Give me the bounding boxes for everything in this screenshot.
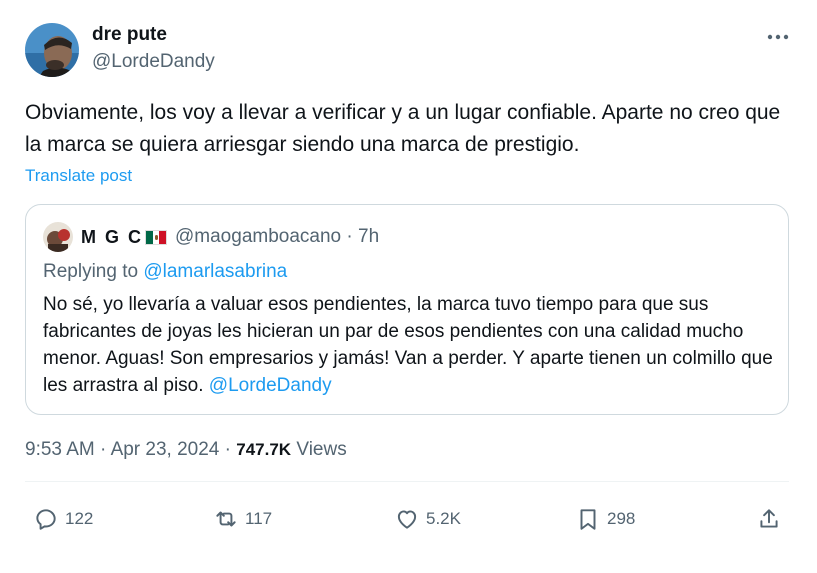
tweet-card: dre pute @LordeDandy Obviamente, los voy… — [0, 0, 817, 573]
replying-to: Replying to @lamarlasabrina — [43, 261, 287, 283]
tweet-time[interactable]: 9:53 AM — [25, 439, 95, 460]
author-handle[interactable]: @LordeDandy — [92, 51, 215, 73]
bookmark-count: 298 — [607, 509, 636, 528]
reply-count: 122 — [65, 509, 94, 528]
quoted-tweet-text: No sé, yo llevaría a valuar esos pendien… — [43, 291, 778, 399]
replying-to-label: Replying to — [43, 261, 144, 282]
meta-separator: · — [94, 439, 111, 460]
share-button[interactable] — [756, 505, 788, 533]
translate-post-link[interactable]: Translate post — [25, 166, 132, 186]
meta-separator: · — [219, 439, 237, 460]
author-avatar[interactable] — [25, 23, 79, 77]
quoted-author-avatar[interactable] — [43, 222, 73, 252]
like-button[interactable]: 5.2K — [394, 505, 461, 533]
author-name[interactable]: dre pute — [92, 24, 167, 46]
more-dots-icon — [767, 34, 789, 40]
repost-count: 117 — [245, 509, 273, 528]
tweet-date[interactable]: Apr 23, 2024 — [111, 439, 220, 460]
quoted-avatar-icon — [43, 222, 73, 252]
mexico-flag-icon — [145, 230, 167, 245]
replying-to-handle[interactable]: @lamarlasabrina — [143, 261, 287, 282]
bookmark-icon — [580, 509, 596, 530]
quoted-text-body: No sé, yo llevaría a valuar esos pendien… — [43, 294, 773, 396]
tweet-meta: 9:53 AM · Apr 23, 2024 · 747.7K Views — [25, 439, 347, 461]
reply-icon — [36, 509, 56, 530]
heart-icon — [397, 510, 417, 529]
views-count: 747.7K — [236, 440, 292, 459]
bookmark-button[interactable]: 298 — [575, 505, 635, 533]
quoted-author-handle[interactable]: @maogamboacano — [175, 226, 341, 247]
quoted-mention[interactable]: @LordeDandy — [209, 375, 332, 396]
share-icon — [760, 509, 778, 528]
views-label: Views — [291, 439, 347, 460]
divider — [25, 481, 789, 482]
repost-icon — [216, 511, 236, 527]
repost-button[interactable]: 117 — [213, 505, 272, 533]
like-count: 5.2K — [426, 509, 461, 528]
more-options-button[interactable] — [764, 28, 792, 46]
person-avatar-icon — [25, 23, 79, 77]
meta-separator: · — [341, 226, 359, 247]
quoted-tweet[interactable]: M G C @maogamboacano · 7h Replying to @l… — [25, 204, 789, 415]
quoted-meta: @maogamboacano · 7h — [175, 226, 379, 248]
quoted-timestamp[interactable]: 7h — [358, 226, 379, 247]
tweet-text: Obviamente, los voy a llevar a verificar… — [25, 101, 781, 156]
reply-button[interactable]: 122 — [33, 505, 93, 533]
quoted-author-name[interactable]: M G C — [81, 227, 143, 248]
